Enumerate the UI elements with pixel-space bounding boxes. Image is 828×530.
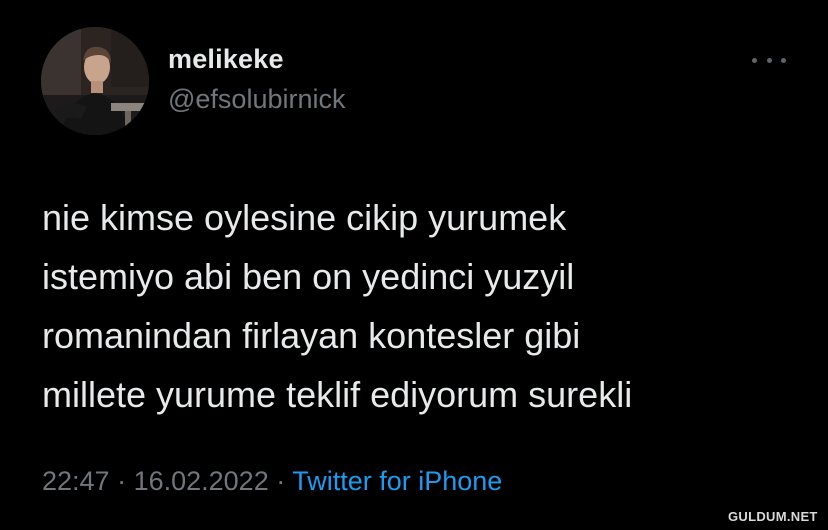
- avatar[interactable]: [41, 27, 149, 135]
- more-dot: [781, 57, 786, 63]
- tweet-text-line: istemiyo abi ben on yedinci yuzyil: [42, 256, 575, 297]
- more-dot: [752, 57, 757, 63]
- tweet-source-link[interactable]: Twitter for iPhone: [292, 466, 502, 496]
- tweet-text: nie kimse oylesine cikip yurumek istemiy…: [42, 188, 802, 424]
- display-name[interactable]: melikeke: [168, 44, 284, 75]
- tweet-card: melikeke @efsolubirnick nie kimse oylesi…: [0, 0, 828, 530]
- tweet-text-line: romanindan firlayan kontesler gibi: [42, 315, 581, 356]
- tweet-text-line: millete yurume teklif ediyorum surekli: [42, 374, 633, 415]
- meta-separator: ·: [109, 466, 134, 496]
- watermark: GULDUM.NET: [728, 509, 818, 524]
- tweet-date[interactable]: 16.02.2022: [134, 466, 269, 496]
- user-handle[interactable]: @efsolubirnick: [168, 84, 345, 115]
- tweet-meta: 22:47 · 16.02.2022 · Twitter for iPhone: [42, 466, 502, 497]
- tweet-text-line: nie kimse oylesine cikip yurumek: [42, 197, 567, 238]
- tweet-time[interactable]: 22:47: [42, 466, 110, 496]
- more-horizontal-icon[interactable]: [752, 48, 786, 72]
- meta-separator: ·: [268, 466, 293, 496]
- more-dot: [766, 57, 772, 63]
